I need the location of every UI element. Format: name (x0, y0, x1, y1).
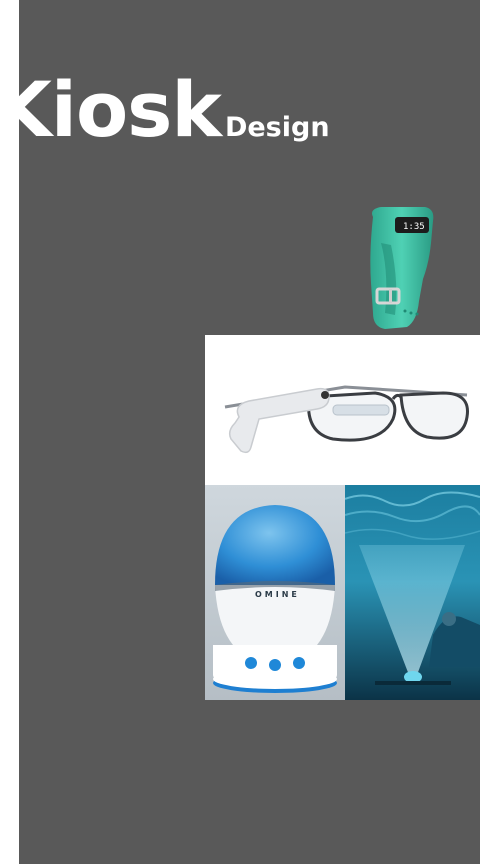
title-sub-text: Design (224, 112, 330, 143)
tracker-display-text: 1:35 (403, 222, 425, 232)
lamp-brand-label: OMINE (255, 590, 300, 599)
fitness-tracker-icon: 1:35 (359, 203, 439, 333)
projection-room-photo (345, 485, 480, 700)
slide-title: Kiosk Design (19, 72, 330, 148)
slide-canvas: Kiosk Design 1:35 OMINE (19, 0, 480, 864)
smart-glasses-icon (205, 335, 480, 485)
ocean-projector-lamp-icon: OMINE (205, 485, 345, 700)
projector-images: OMINE (205, 485, 480, 700)
title-main-text: Kiosk (19, 65, 222, 154)
